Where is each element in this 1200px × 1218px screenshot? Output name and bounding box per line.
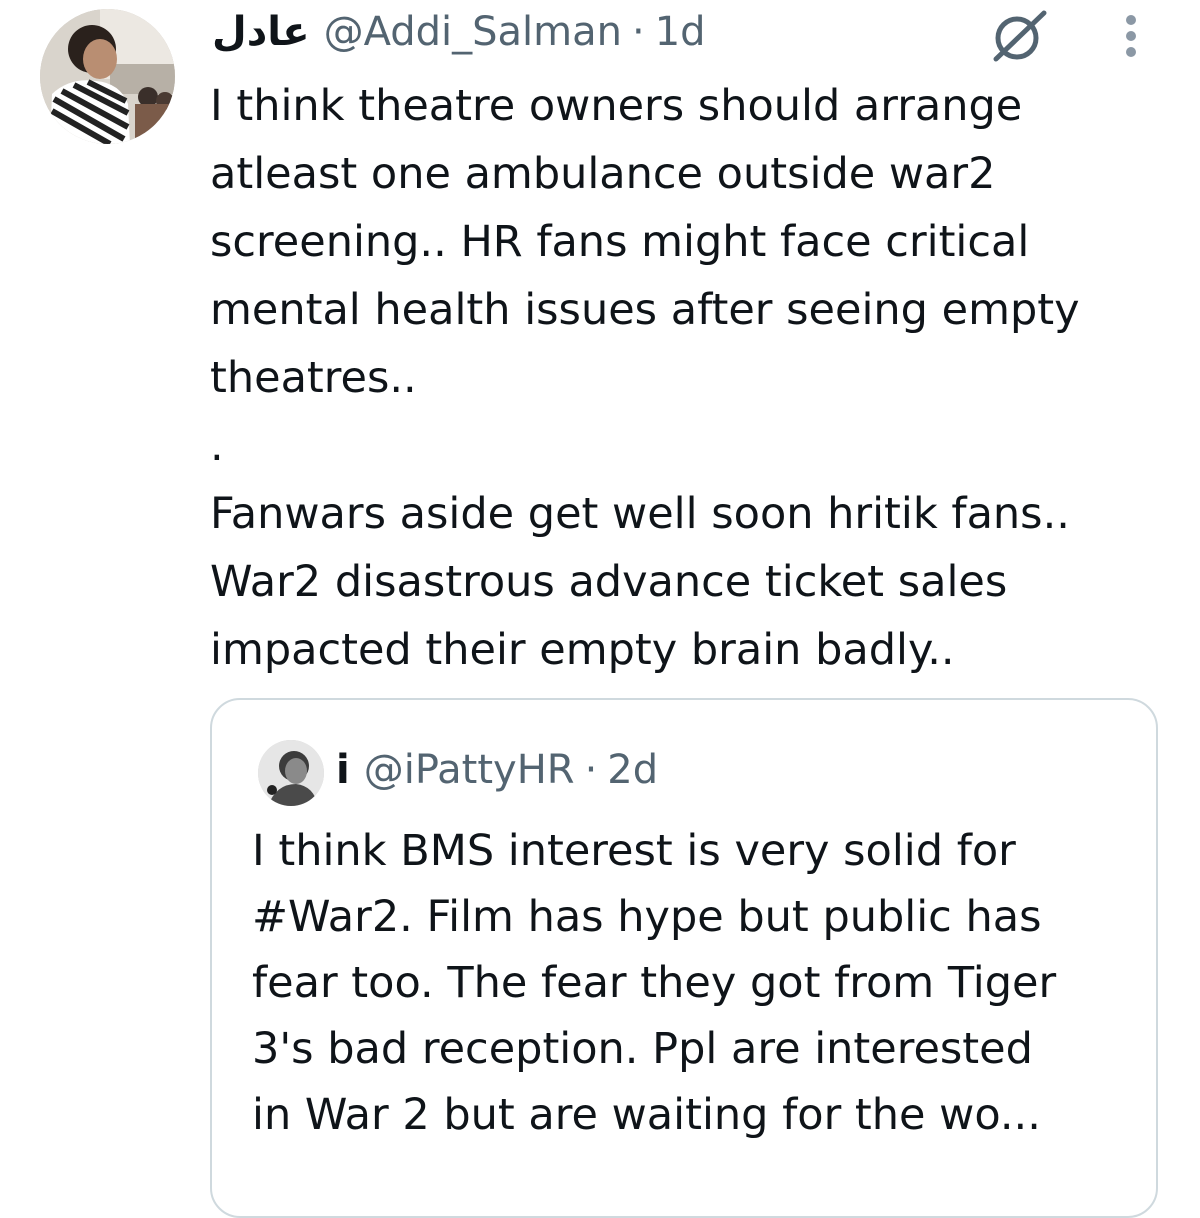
tweet-text: I think theatre owners should arrange at… bbox=[210, 72, 1170, 684]
tweet-text-line: War2 disastrous advance ticket sales bbox=[210, 557, 1008, 607]
avatar-photo bbox=[40, 9, 175, 144]
quoted-tweet[interactable]: i @iPattyHR · 2d I think BMS interest is… bbox=[210, 698, 1158, 1218]
quoted-author-avatar[interactable] bbox=[258, 740, 324, 806]
author-display-name[interactable]: عادل bbox=[212, 9, 310, 55]
tweet[interactable]: عادل @Addi_Salman · 1d I think theatre o… bbox=[0, 0, 1200, 1218]
tweet-text-line: atleast one ambulance outside war2 bbox=[210, 149, 996, 199]
tweet-text-line: theatres.. bbox=[210, 353, 417, 403]
header-separator: · bbox=[631, 9, 645, 55]
tweet-header: عادل @Addi_Salman · 1d bbox=[212, 2, 706, 62]
quoted-text-line: fear too. The fear they got from Tiger bbox=[252, 958, 1057, 1008]
more-options-icon[interactable] bbox=[1116, 12, 1146, 60]
author-avatar[interactable] bbox=[40, 9, 175, 144]
tweet-text-line: Fanwars aside get well soon hritik fans.… bbox=[210, 489, 1070, 539]
quoted-tweet-header: i @iPattyHR · 2d bbox=[336, 738, 658, 802]
quoted-text-line: #War2. Film has hype but public has bbox=[252, 892, 1042, 942]
quoted-handle[interactable]: @iPattyHR bbox=[364, 747, 575, 793]
tweet-text-line: . bbox=[210, 421, 224, 471]
quoted-header-separator: · bbox=[584, 747, 598, 793]
tweet-text-line: mental health issues after seeing empty bbox=[210, 285, 1080, 335]
tweet-text-line: I think theatre owners should arrange bbox=[210, 81, 1023, 131]
quoted-text-line: in War 2 but are waiting for the wo... bbox=[252, 1090, 1041, 1140]
tweet-timestamp[interactable]: 1d bbox=[655, 9, 706, 55]
quoted-timestamp[interactable]: 2d bbox=[607, 747, 658, 793]
quoted-text-line: I think BMS interest is very solid for bbox=[252, 826, 1016, 876]
tweet-text-line: impacted their empty brain badly.. bbox=[210, 625, 955, 675]
author-handle[interactable]: @Addi_Salman bbox=[324, 9, 622, 55]
quoted-avatar-photo bbox=[258, 740, 324, 806]
tweet-text-line: screening.. HR fans might face critical bbox=[210, 217, 1030, 267]
grok-icon[interactable] bbox=[988, 10, 1050, 62]
quoted-text-line: 3's bad reception. Ppl are interested bbox=[252, 1024, 1033, 1074]
quoted-tweet-text: I think BMS interest is very solid for #… bbox=[252, 818, 1132, 1148]
quoted-display-name[interactable]: i bbox=[336, 747, 350, 793]
